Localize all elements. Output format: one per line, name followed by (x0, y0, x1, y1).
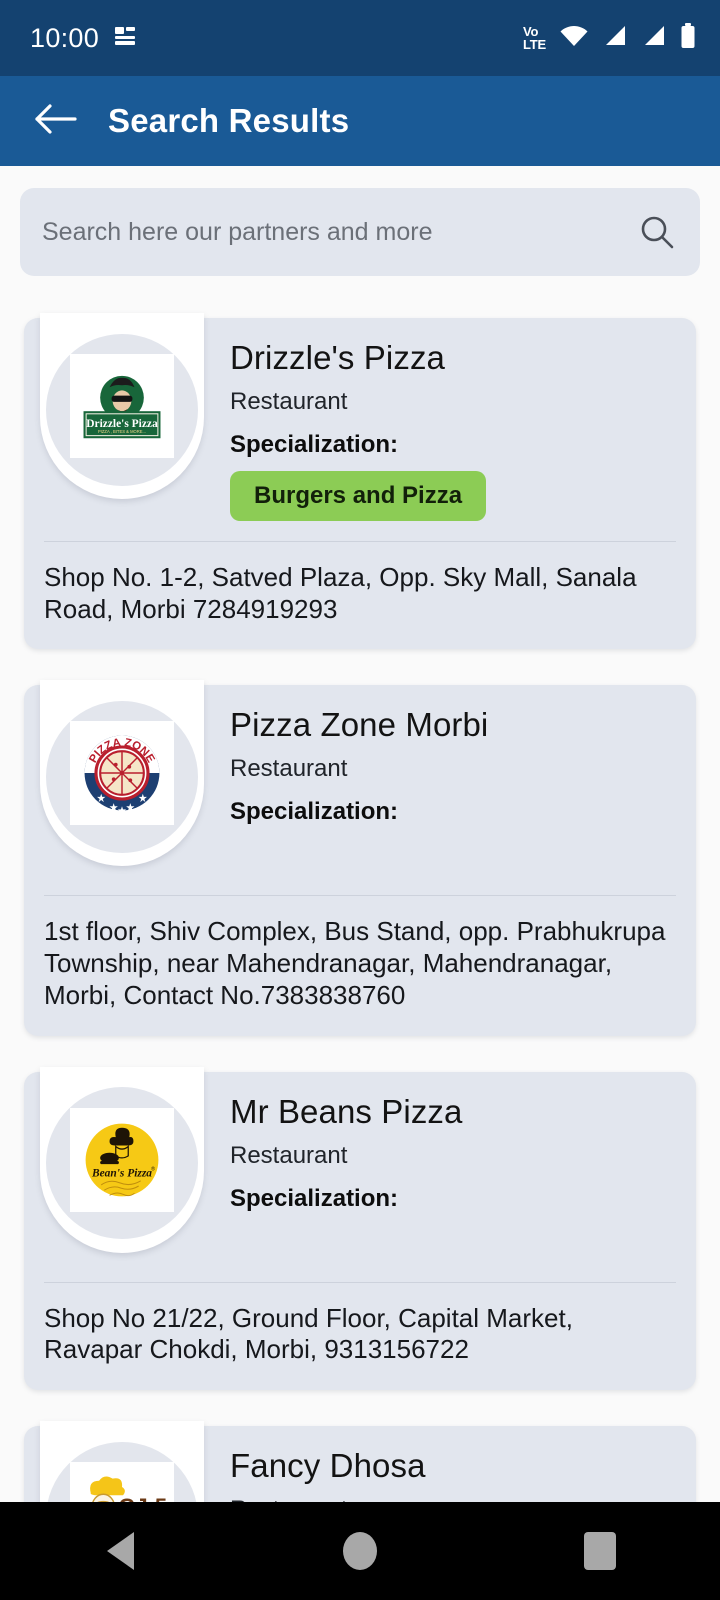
back-button[interactable] (28, 94, 82, 148)
business-type: Restaurant (230, 387, 348, 415)
logo-panel: Drizzle's Pizza PIZZA , BITES & MORE... (40, 313, 204, 499)
specialization-label: Specialization: (230, 798, 399, 826)
svg-text:®: ® (151, 1165, 155, 1172)
result-card[interactable]: Bean's Pizza ® Mr Beans Pizza Restaurant (24, 1066, 696, 1390)
specialization-label: Specialization: (230, 430, 399, 458)
card-body: Drizzle's Pizza Restaurant Specializatio… (230, 318, 696, 521)
wifi-icon (559, 24, 589, 53)
screenshot-icon (113, 24, 137, 53)
search-input[interactable] (42, 217, 638, 247)
svg-text:Bean's Pizza: Bean's Pizza (91, 1167, 152, 1179)
search-section (0, 166, 720, 276)
nav-recents-button[interactable] (540, 1502, 660, 1600)
business-type: Restaurant (230, 755, 348, 783)
nav-home-button[interactable] (300, 1502, 420, 1600)
mr-beans-pizza-logo: Bean's Pizza ® (70, 1107, 174, 1212)
business-address: Shop No 21/22, Ground Floor, Capital Mar… (44, 1302, 573, 1365)
business-name: Mr Beans Pizza (230, 1092, 463, 1130)
status-bar: 10:00 Vo LTE (0, 0, 720, 76)
nav-back-button[interactable] (60, 1502, 180, 1600)
specialization-tag[interactable]: Burgers and Pizza (230, 470, 487, 521)
logo-panel: PIZZA ZONE (40, 680, 204, 867)
search-bar[interactable] (20, 188, 700, 276)
specialization-tags: Burgers and Pizza (230, 470, 676, 521)
app-bar: Search Results (0, 76, 720, 166)
card-body: Pizza Zone Morbi Restaurant Specializati… (230, 685, 696, 875)
android-navigation-bar (0, 1502, 720, 1600)
content-scroll-area[interactable]: Drizzle's Pizza PIZZA , BITES & MORE... … (0, 166, 720, 1600)
drizzles-pizza-logo: Drizzle's Pizza PIZZA , BITES & MORE... (70, 354, 174, 458)
card-body: Mr Beans Pizza Restaurant Specialization… (230, 1072, 696, 1262)
business-name: Pizza Zone Morbi (230, 706, 489, 744)
status-bar-left: 10:00 (30, 23, 137, 54)
nav-home-icon (343, 1532, 377, 1570)
phone-screen: 10:00 Vo LTE Search Results Search here … (0, 0, 720, 1600)
pizza-zone-logo: PIZZA ZONE (70, 721, 174, 826)
svg-text:Drizzle's Pizza: Drizzle's Pizza (86, 418, 158, 430)
battery-icon (680, 22, 696, 54)
arrow-left-icon (33, 102, 77, 141)
page-title: Search Results (108, 102, 350, 139)
business-type: Restaurant (230, 1141, 348, 1169)
signal-icon-2 (641, 24, 667, 53)
volte-icon: Vo LTE (523, 24, 546, 52)
logo-panel: Bean's Pizza ® (40, 1066, 204, 1253)
business-name: Drizzle's Pizza (230, 339, 446, 376)
svg-text:PIZZA , BITES & MORE...: PIZZA , BITES & MORE... (98, 429, 146, 434)
business-name: Fancy Dhosa (230, 1446, 426, 1484)
result-card[interactable]: Drizzle's Pizza PIZZA , BITES & MORE... … (24, 313, 696, 650)
nav-recents-icon (584, 1532, 616, 1570)
signal-icon (602, 24, 628, 53)
business-address: 1st floor, Shiv Complex, Bus Stand, opp.… (44, 916, 666, 1010)
status-clock: 10:00 (30, 22, 100, 53)
nav-back-icon (106, 1532, 134, 1570)
specialization-label: Specialization: (230, 1184, 399, 1212)
search-icon[interactable] (638, 213, 676, 251)
results-list: Drizzle's Pizza PIZZA , BITES & MORE... … (0, 276, 720, 1600)
status-bar-right: Vo LTE (523, 22, 696, 54)
business-address: Shop No. 1-2, Satved Plaza, Opp. Sky Mal… (44, 561, 637, 624)
result-card[interactable]: PIZZA ZONE Pizza Zone Morbi Restaurant S… (24, 680, 696, 1036)
